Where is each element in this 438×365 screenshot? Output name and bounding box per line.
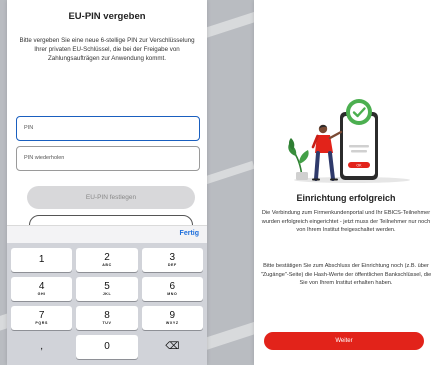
backspace-icon: ⌫ (165, 341, 180, 352)
key-digit: 9 (169, 309, 176, 321)
keyboard-done-button[interactable]: Fertig (180, 230, 199, 237)
key-letters: DEF (167, 262, 177, 267)
key-letters: GHI (37, 291, 46, 296)
pin-input-label: PIN (24, 125, 34, 131)
key-letters: WXYZ (165, 320, 179, 325)
success-message: Die Verbindung zum Firmenkundenportal un… (261, 210, 431, 234)
key-digit: 2 (104, 251, 110, 263)
backspace-key[interactable]: ⌫ (142, 335, 203, 359)
pin-repeat-input[interactable]: PIN wiederholen (16, 146, 200, 171)
continue-button[interactable]: Weiter (264, 332, 424, 350)
phone-ok-label: OK (356, 164, 362, 168)
keypad-key-7[interactable]: 7 PQRS (11, 306, 73, 330)
key-digit: 1 (38, 254, 45, 265)
page-title: Einrichtung erfolgreich (296, 193, 396, 203)
keypad-key-6[interactable]: 6 MNO (141, 277, 203, 301)
keypad-key-4[interactable]: 4 GHI (11, 277, 73, 301)
keyboard-toolbar: Fertig (7, 225, 207, 243)
keypad-key-3[interactable]: 3 DEF (141, 248, 203, 272)
success-illustration: OK (288, 99, 410, 183)
key-digit: , (40, 341, 44, 352)
confirmation-instructions: Bitte bestätigen Sie zum Abschluss der E… (260, 263, 432, 287)
key-letters: TUV (102, 320, 112, 325)
key-digit: 8 (104, 309, 110, 321)
keypad-key-5[interactable]: 5 JKL (76, 277, 138, 301)
setup-success-screen: OK Einrichtung erfolgreich Die Verbindun… (254, 0, 438, 365)
key-digit: 4 (38, 280, 45, 292)
comma-key[interactable]: , (11, 335, 72, 359)
key-digit: 6 (169, 280, 176, 292)
key-digit: 5 (104, 280, 110, 292)
numeric-keyboard: 1 2 ABC 3 DEF 4 GHI 5 JKL 6 MNO 7 PQRS 8 TUV 9 WXYZ, 0 ⌫ (7, 243, 207, 365)
key-digit: 3 (169, 251, 176, 263)
keypad-key-9[interactable]: 9 WXYZ (141, 306, 203, 330)
key-letters: PQRS (35, 320, 48, 325)
page-title: EU-PIN vergeben (68, 11, 146, 22)
key-digit: 7 (38, 309, 45, 321)
pin-repeat-placeholder: PIN wiederholen (24, 155, 65, 161)
key-letters: JKL (102, 291, 112, 296)
keypad-key-2[interactable]: 2 ABC (76, 248, 138, 272)
key-letters: ABC (102, 262, 112, 267)
pin-description: Bitte vergeben Sie eine neue 6-stellige … (19, 37, 195, 62)
key-digit: 0 (104, 341, 110, 352)
keypad-key-0[interactable]: 0 (76, 335, 138, 359)
keypad-key-8[interactable]: 8 TUV (76, 306, 138, 330)
set-pin-button[interactable]: EU-PIN festlegen (27, 186, 195, 209)
pin-setup-screen: EU-PIN vergeben Bitte vergeben Sie eine … (7, 0, 207, 365)
pin-input[interactable]: PIN (16, 116, 200, 141)
key-letters: MNO (167, 291, 178, 296)
keypad-key-1[interactable]: 1 (11, 248, 73, 272)
